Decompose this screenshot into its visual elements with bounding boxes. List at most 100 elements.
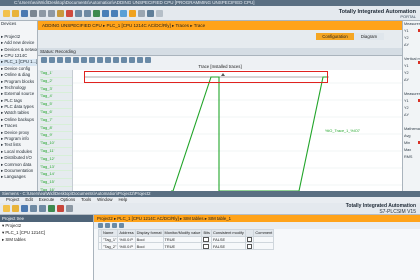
save-icon[interactable] bbox=[21, 205, 28, 212]
add-row-icon[interactable] bbox=[98, 223, 103, 228]
tab-configuration[interactable]: Configuration bbox=[316, 33, 354, 40]
redo-icon[interactable] bbox=[84, 9, 91, 17]
signal-row-label[interactable]: 'Tag_14' bbox=[40, 171, 72, 180]
signal-row-label[interactable]: 'Tag_1' bbox=[40, 70, 72, 78]
tab-diagram[interactable]: Diagram bbox=[354, 33, 384, 40]
undo-icon[interactable] bbox=[75, 9, 82, 17]
print-icon[interactable] bbox=[30, 9, 37, 17]
open-icon[interactable] bbox=[12, 9, 19, 17]
signal-row-label[interactable]: 'Tag_6' bbox=[40, 109, 72, 117]
table-cell[interactable]: FALSE bbox=[210, 242, 246, 251]
signal-row-label[interactable]: 'Tag_4' bbox=[40, 93, 72, 102]
signal-row-label[interactable]: 'Tag_8' bbox=[40, 125, 72, 133]
table-cell[interactable] bbox=[201, 235, 212, 244]
measurement-label bbox=[403, 119, 420, 126]
table-cell[interactable]: %I0.0:P bbox=[117, 235, 136, 244]
undo-icon[interactable] bbox=[30, 205, 37, 212]
signal-row-label[interactable]: 'Tag_5' bbox=[40, 101, 72, 109]
signal-row-label[interactable]: 'Tag_2' bbox=[40, 78, 72, 86]
table-cell[interactable]: "Tag_1" bbox=[100, 235, 119, 244]
vertical-cursor-icon[interactable] bbox=[81, 57, 87, 63]
stop-icon[interactable] bbox=[57, 205, 64, 212]
copy-icon[interactable] bbox=[48, 9, 55, 17]
nav-item[interactable]: ▸ Add new device bbox=[0, 40, 37, 46]
tree-item[interactable]: ▾ Project2 bbox=[0, 222, 93, 229]
table-cell[interactable]: Bool bbox=[134, 242, 164, 251]
nav-item[interactable]: ▸ Languages bbox=[0, 174, 37, 180]
table-cell[interactable]: TRUE bbox=[162, 242, 203, 251]
table-cell[interactable]: TRUE bbox=[162, 235, 203, 244]
paste-icon[interactable] bbox=[57, 9, 64, 17]
table-cell[interactable] bbox=[244, 242, 255, 251]
nav-item[interactable]: ▸ Program blocks bbox=[0, 79, 37, 85]
signal-row-label[interactable]: 'Tag_12' bbox=[40, 156, 72, 164]
checkbox[interactable] bbox=[203, 236, 209, 243]
signal-row-label[interactable]: 'Tag_11' bbox=[40, 148, 72, 156]
delete-row-icon[interactable] bbox=[105, 223, 110, 228]
measurement-label: Mathematics bbox=[404, 127, 420, 131]
tia-brand-sub: PORTAL bbox=[400, 14, 416, 19]
split-editor-icon[interactable] bbox=[156, 9, 163, 17]
new-project-icon[interactable] bbox=[3, 9, 10, 17]
table-cell[interactable]: Bool bbox=[134, 235, 164, 244]
table-cell[interactable]: "Tag_2" bbox=[100, 242, 119, 251]
table-cell[interactable] bbox=[253, 235, 275, 244]
tree-item[interactable]: ▾ PLC_1 [CPU 1214C] bbox=[0, 229, 93, 236]
redo-icon[interactable] bbox=[39, 205, 46, 212]
settings-icon[interactable] bbox=[137, 57, 143, 63]
signal-row-label[interactable]: 'Tag_7' bbox=[40, 117, 72, 125]
horizontal-cursor-icon[interactable] bbox=[89, 57, 95, 63]
measurement-label: Y2 bbox=[404, 106, 409, 110]
measure-cursor-icon[interactable] bbox=[73, 57, 79, 63]
project-tree: Devices ▸ Project2 ▸ Add new device ▸ Dev… bbox=[0, 21, 38, 191]
trace-chart[interactable]: %IO_Trace_1_%IO7 bbox=[72, 70, 403, 191]
compile-icon[interactable] bbox=[93, 9, 100, 17]
nav-item[interactable]: ▸ PLC_1 [CPU 1...] bbox=[0, 59, 37, 66]
signal-row-label[interactable]: 'Tag_15' bbox=[40, 179, 72, 187]
grid-icon[interactable] bbox=[97, 57, 103, 63]
modify-icon[interactable] bbox=[112, 223, 117, 228]
table-cell[interactable] bbox=[201, 242, 212, 251]
run-icon[interactable] bbox=[48, 205, 55, 212]
checkbox[interactable] bbox=[203, 243, 209, 250]
upload-icon[interactable] bbox=[111, 9, 118, 17]
export-icon[interactable] bbox=[113, 57, 119, 63]
nav-item[interactable]: ▸ Devices & network bbox=[0, 47, 37, 53]
table-cell[interactable] bbox=[244, 235, 255, 244]
monitor-icon[interactable] bbox=[119, 223, 124, 228]
save-icon[interactable] bbox=[21, 9, 28, 17]
signal-row-label[interactable]: 'Tag_10' bbox=[40, 140, 72, 148]
simulation-icon[interactable] bbox=[120, 9, 127, 17]
nav-item[interactable]: ▸ External source bbox=[0, 91, 37, 97]
delete-icon[interactable] bbox=[66, 9, 73, 17]
new-project-icon[interactable] bbox=[3, 205, 10, 212]
table-cell[interactable]: %I0.0:P bbox=[117, 242, 136, 251]
measurement-label: Measuremt bbox=[404, 22, 420, 26]
table-row: "Tag_1" %I0.0:P Bool TRUE FALSE bbox=[98, 235, 275, 244]
go-offline-icon[interactable] bbox=[138, 9, 145, 17]
table-cell[interactable]: FALSE bbox=[210, 235, 246, 244]
checkbox[interactable] bbox=[246, 236, 253, 243]
tree-item[interactable]: ▸ SIM tables bbox=[0, 236, 93, 243]
mres-icon[interactable] bbox=[66, 205, 73, 212]
nav-item[interactable]: ▸ Distributed I/O bbox=[0, 155, 37, 161]
go-online-icon[interactable] bbox=[129, 9, 136, 17]
measurement-label: Avg bbox=[404, 134, 411, 138]
cut-icon[interactable] bbox=[39, 9, 46, 17]
print-chart-icon[interactable] bbox=[121, 57, 127, 63]
legend-icon[interactable] bbox=[105, 57, 111, 63]
signal-row-label[interactable]: 'Tag_9' bbox=[40, 132, 72, 141]
zoom-out-icon[interactable] bbox=[49, 57, 55, 63]
refresh-icon[interactable] bbox=[145, 57, 151, 63]
checkbox[interactable] bbox=[246, 243, 253, 250]
zoom-fit-icon[interactable] bbox=[57, 57, 63, 63]
open-icon[interactable] bbox=[12, 205, 19, 212]
zoom-in-icon[interactable] bbox=[41, 57, 47, 63]
download-icon[interactable] bbox=[102, 9, 109, 17]
table-cell[interactable] bbox=[253, 242, 275, 251]
pan-icon[interactable] bbox=[65, 57, 71, 63]
signal-table-icon[interactable] bbox=[129, 57, 135, 63]
accessible-devices-icon[interactable] bbox=[147, 9, 154, 17]
signal-row-label[interactable]: 'Tag_13' bbox=[40, 164, 72, 172]
signal-row-label[interactable]: 'Tag_3' bbox=[40, 86, 72, 94]
